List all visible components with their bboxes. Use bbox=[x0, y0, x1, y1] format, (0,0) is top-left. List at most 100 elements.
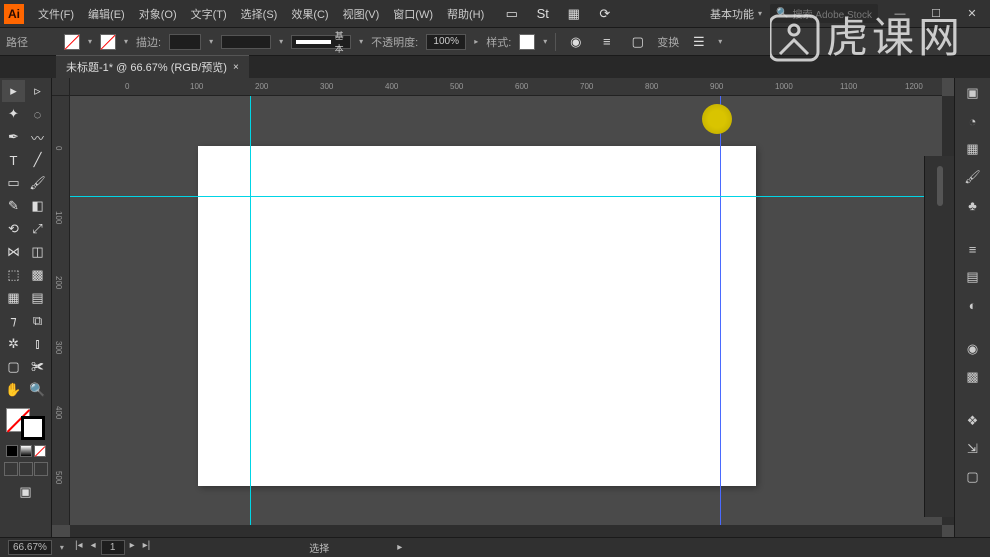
menu-file[interactable]: 文件(F) bbox=[32, 3, 80, 25]
recolor-icon[interactable]: ◉ bbox=[564, 31, 587, 53]
none-mode-icon[interactable] bbox=[34, 445, 46, 457]
column-graph-tool[interactable]: ⫾ bbox=[26, 333, 49, 355]
gradient-mode-icon[interactable] bbox=[20, 445, 32, 457]
align-icon[interactable]: ≡ bbox=[595, 31, 618, 53]
ruler-horizontal[interactable]: 0 100 200 300 400 500 600 700 800 900 10… bbox=[70, 78, 942, 96]
draw-behind-icon[interactable] bbox=[19, 462, 33, 476]
direct-selection-tool[interactable]: ▹ bbox=[26, 80, 49, 102]
menu-window[interactable]: 窗口(W) bbox=[387, 3, 439, 25]
chevron-down-icon[interactable]: ▾ bbox=[209, 37, 213, 46]
blend-tool[interactable]: ⧉ bbox=[26, 310, 49, 332]
hand-tool[interactable]: ✋ bbox=[2, 379, 25, 401]
scale-tool[interactable]: ⤢ bbox=[26, 218, 49, 240]
shape-icon[interactable]: ▢ bbox=[626, 31, 649, 53]
menu-view[interactable]: 视图(V) bbox=[337, 3, 386, 25]
chevron-down-icon[interactable]: ▸ bbox=[474, 37, 478, 46]
close-button[interactable]: ✕ bbox=[958, 4, 986, 24]
swatches-panel-icon[interactable]: ▦ bbox=[961, 138, 985, 160]
chevron-down-icon[interactable]: ▾ bbox=[718, 37, 722, 46]
document-tab[interactable]: 未标题-1* @ 66.67% (RGB/预览) × bbox=[56, 55, 249, 78]
last-artboard-button[interactable]: ▸| bbox=[140, 540, 154, 555]
chevron-down-icon[interactable]: ▾ bbox=[359, 37, 363, 46]
canvas[interactable]: 0 100 200 300 400 500 600 700 800 900 10… bbox=[52, 78, 954, 537]
shape-builder-tool[interactable]: ⬚ bbox=[2, 264, 25, 286]
slice-tool[interactable]: ✀ bbox=[26, 356, 49, 378]
scrollbar-horizontal[interactable] bbox=[70, 525, 942, 537]
free-transform-tool[interactable]: ◫ bbox=[26, 241, 49, 263]
guide-vertical[interactable] bbox=[720, 96, 721, 525]
brushes-panel-icon[interactable]: 🖌 bbox=[961, 166, 985, 188]
fill-swatch[interactable] bbox=[64, 34, 80, 50]
curvature-tool[interactable]: 〰 bbox=[26, 126, 49, 148]
properties-panel-icon[interactable]: ▣ bbox=[961, 82, 985, 104]
menu-edit[interactable]: 编辑(E) bbox=[82, 3, 131, 25]
magic-wand-tool[interactable]: ✦ bbox=[2, 103, 25, 125]
artboard[interactable] bbox=[198, 146, 756, 486]
chevron-down-icon[interactable]: ▾ bbox=[543, 37, 547, 46]
close-icon[interactable]: × bbox=[233, 62, 239, 73]
first-artboard-button[interactable]: |◂ bbox=[72, 540, 86, 555]
ruler-origin[interactable] bbox=[52, 78, 70, 96]
var-width-profile[interactable] bbox=[221, 35, 271, 49]
draw-normal-icon[interactable] bbox=[4, 462, 18, 476]
chevron-down-icon[interactable]: ▾ bbox=[88, 37, 92, 46]
chevron-down-icon[interactable]: ▾ bbox=[124, 37, 128, 46]
gradient-tool[interactable]: ▤ bbox=[26, 287, 49, 309]
rotate-tool[interactable]: ⟲ bbox=[2, 218, 25, 240]
graphic-styles-panel-icon[interactable]: ▩ bbox=[961, 366, 985, 388]
arrange-docs-icon[interactable]: ▦ bbox=[562, 3, 585, 25]
workspace-switcher[interactable]: 基本功能 ▾ bbox=[710, 6, 762, 22]
pen-tool[interactable]: ✒ bbox=[2, 126, 25, 148]
guide-horizontal[interactable] bbox=[70, 196, 942, 197]
maximize-button[interactable]: ☐ bbox=[922, 4, 950, 24]
asset-export-panel-icon[interactable]: ⇲ bbox=[961, 438, 985, 460]
gradient-panel-icon[interactable]: ▤ bbox=[961, 266, 985, 288]
perspective-tool[interactable]: ▩ bbox=[26, 264, 49, 286]
stroke-swatch[interactable] bbox=[100, 34, 116, 50]
prev-artboard-button[interactable]: ◂ bbox=[88, 540, 99, 555]
stroke-panel-icon[interactable]: ≡ bbox=[961, 238, 985, 260]
menu-type[interactable]: 文字(T) bbox=[185, 3, 233, 25]
color-panel-icon[interactable]: ◔ bbox=[961, 110, 985, 132]
stroke-color[interactable] bbox=[21, 416, 45, 440]
layers-panel-icon[interactable]: ❖ bbox=[961, 410, 985, 432]
zoom-tool[interactable]: 🔍 bbox=[26, 379, 49, 401]
canvas-viewport[interactable] bbox=[70, 96, 942, 525]
artboards-panel-icon[interactable]: ▢ bbox=[961, 466, 985, 488]
bridge-icon[interactable]: ▭ bbox=[500, 3, 523, 25]
rectangle-tool[interactable]: ▭ bbox=[2, 172, 25, 194]
chevron-down-icon[interactable]: ▾ bbox=[60, 543, 64, 552]
menu-help[interactable]: 帮助(H) bbox=[441, 3, 490, 25]
status-play-icon[interactable]: ▸ bbox=[397, 542, 402, 553]
menu-effect[interactable]: 效果(C) bbox=[285, 3, 334, 25]
artboard-tool[interactable]: ▢ bbox=[2, 356, 25, 378]
search-stock[interactable]: 🔍 搜索 Adobe Stock bbox=[770, 4, 878, 23]
symbol-sprayer-tool[interactable]: ✲ bbox=[2, 333, 25, 355]
artboard-number[interactable]: 1 bbox=[101, 540, 125, 555]
color-mode-icon[interactable] bbox=[6, 445, 18, 457]
appearance-panel-icon[interactable]: ◉ bbox=[961, 338, 985, 360]
stock-icon[interactable]: St bbox=[531, 3, 554, 25]
next-artboard-button[interactable]: ▸ bbox=[127, 540, 138, 555]
gpu-icon[interactable]: ⟳ bbox=[593, 3, 616, 25]
ruler-vertical[interactable]: 0 100 200 300 400 500 bbox=[52, 96, 70, 525]
minimize-button[interactable]: ― bbox=[886, 4, 914, 24]
brush-definition[interactable]: 基本 bbox=[291, 35, 351, 49]
chevron-down-icon[interactable]: ▾ bbox=[279, 37, 283, 46]
draw-inside-icon[interactable] bbox=[34, 462, 48, 476]
line-tool[interactable]: ╱ bbox=[26, 149, 49, 171]
mesh-tool[interactable]: ▦ bbox=[2, 287, 25, 309]
stroke-weight-input[interactable] bbox=[169, 34, 201, 50]
eyedropper-tool[interactable]: ⁊ bbox=[2, 310, 25, 332]
menu-select[interactable]: 选择(S) bbox=[235, 3, 284, 25]
transparency-panel-icon[interactable]: ◐ bbox=[961, 294, 985, 316]
transform-label[interactable]: 变换 bbox=[657, 34, 679, 50]
selection-tool[interactable]: ▸ bbox=[2, 80, 25, 102]
dock-expander[interactable] bbox=[937, 166, 943, 206]
fill-stroke-control[interactable] bbox=[2, 406, 49, 442]
zoom-level[interactable]: 66.67% bbox=[8, 540, 52, 555]
paintbrush-tool[interactable]: 🖌 bbox=[26, 172, 49, 194]
style-swatch[interactable] bbox=[519, 34, 535, 50]
width-tool[interactable]: ⋈ bbox=[2, 241, 25, 263]
opacity-input[interactable]: 100% bbox=[426, 34, 466, 50]
